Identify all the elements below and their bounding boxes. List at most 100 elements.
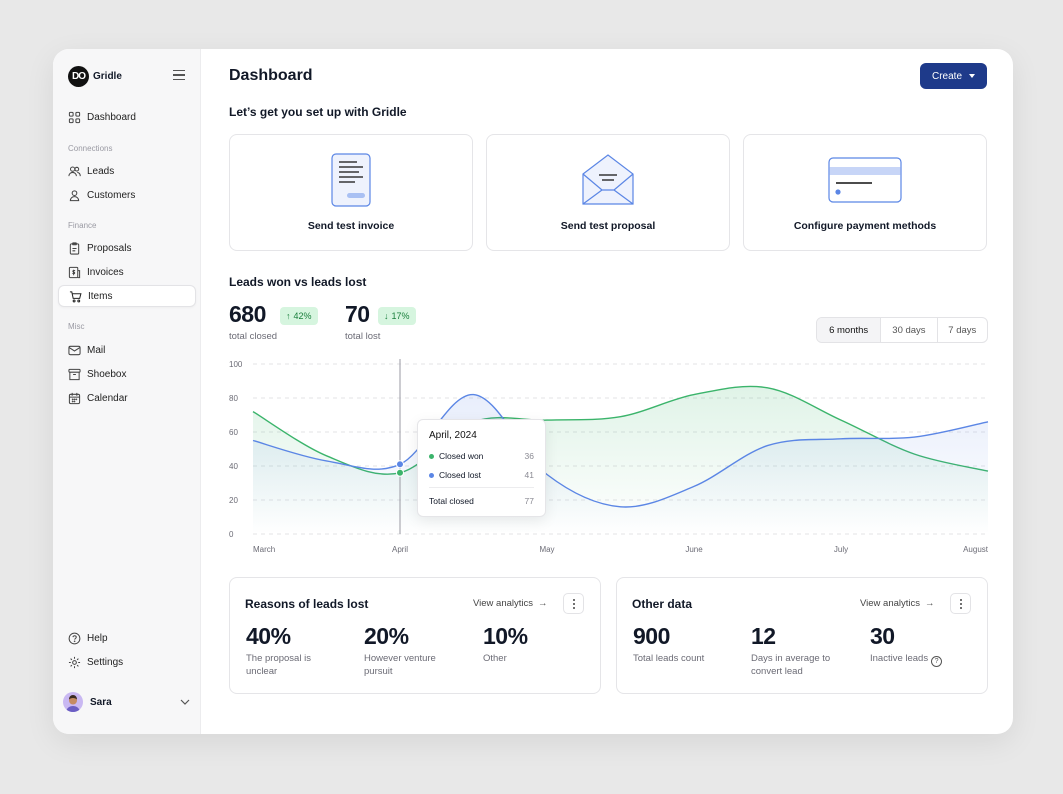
sidebar-item-label: Items — [88, 290, 113, 302]
invoice-icon — [68, 266, 81, 278]
closed-change-value: 42% — [293, 311, 312, 321]
tooltip-row-label: Closed won — [439, 451, 484, 461]
total-lost-value: 70 — [345, 301, 370, 327]
setup-title: Let’s get you set up with Gridle — [229, 105, 407, 119]
x-tick-label: May — [539, 545, 554, 554]
tooltip-row-value: 36 — [524, 451, 534, 461]
y-tick-label: 60 — [229, 428, 238, 437]
stat-block: 900 Total leads count — [633, 623, 723, 665]
user-menu[interactable]: Sara — [63, 690, 191, 714]
stat-value: 10% — [483, 623, 528, 649]
sidebar-item-proposals[interactable]: Proposals — [58, 237, 196, 259]
lost-dot-icon — [429, 472, 434, 478]
sidebar-item-dashboard[interactable]: Dashboard — [58, 106, 196, 128]
stat-value: 40% — [246, 623, 291, 649]
leads-section-title: Leads won vs leads lost — [229, 275, 367, 289]
configure-payment-methods-card[interactable]: Configure payment methods — [743, 134, 987, 251]
tooltip-title: April, 2024 — [429, 430, 477, 441]
more-options-icon[interactable] — [950, 593, 971, 614]
credit-card-illustration-icon — [828, 157, 902, 203]
sidebar-item-calendar[interactable]: Calendar — [58, 387, 196, 409]
closed-change-badge: ↑ 42% — [280, 307, 318, 325]
logo-mark: DO — [68, 66, 89, 87]
x-tick-label: July — [834, 545, 848, 554]
y-tick-label: 80 — [229, 394, 238, 403]
hover-point-closed-lost — [396, 460, 404, 469]
stat-value: 20% — [364, 623, 409, 649]
reasons-panel: Reasons of leads lost View analytics → 4… — [229, 577, 601, 694]
tooltip-row-won: Closed won 36 — [429, 451, 534, 461]
user-icon — [69, 189, 80, 201]
page-title: Dashboard — [229, 67, 313, 84]
mail-icon — [68, 345, 81, 355]
sidebar-item-label: Proposals — [87, 242, 132, 254]
tooltip-row-label: Closed lost — [439, 470, 482, 480]
sidebar-item-mail[interactable]: Mail — [58, 339, 196, 361]
help-question-icon[interactable]: ? — [931, 656, 943, 667]
app-name: Gridle — [93, 71, 122, 82]
sidebar-item-label: Dashboard — [87, 111, 136, 123]
won-dot-icon — [429, 453, 434, 459]
x-tick-label: August — [963, 545, 989, 554]
leads-line-chart: 0 20 40 60 80 100 March April May June July August — [229, 359, 989, 554]
sidebar-item-settings[interactable]: Settings — [58, 651, 196, 673]
sidebar: DO Gridle Dashboard Connections Leads Cu… — [53, 49, 201, 734]
grid-icon — [68, 111, 81, 123]
range-7-days[interactable]: 7 days — [936, 318, 987, 342]
section-label-connections: Connections — [68, 144, 113, 153]
section-label-misc: Misc — [68, 322, 85, 331]
lost-change-value: 17% — [391, 311, 410, 321]
hamburger-menu-icon[interactable] — [173, 70, 185, 80]
range-6-months[interactable]: 6 months — [817, 318, 881, 342]
sidebar-item-shoebox[interactable]: Shoebox — [58, 363, 196, 385]
panel-title: Reasons of leads lost — [245, 597, 369, 611]
sidebar-item-label: Calendar — [87, 392, 128, 404]
view-analytics-link[interactable]: View analytics → — [473, 598, 548, 609]
send-test-invoice-card[interactable]: Send test invoice — [229, 134, 473, 251]
sidebar-item-customers[interactable]: Customers — [58, 184, 196, 206]
tooltip-divider — [429, 487, 534, 488]
card-label: Send test invoice — [307, 220, 395, 232]
sidebar-item-help[interactable]: Help — [58, 627, 196, 649]
user-name: Sara — [90, 696, 112, 708]
sidebar-item-items[interactable]: Items — [58, 285, 196, 307]
box-icon — [68, 368, 81, 380]
x-tick-label: March — [253, 545, 275, 554]
sidebar-item-leads[interactable]: Leads — [58, 160, 196, 182]
y-tick-label: 100 — [229, 360, 243, 369]
sidebar-item-label: Help — [87, 632, 108, 644]
arrow-down-icon: ↓ — [384, 311, 389, 321]
calendar-icon — [68, 392, 81, 404]
app-logo[interactable]: DO Gridle — [68, 66, 122, 87]
users-icon — [68, 166, 81, 176]
range-30-days[interactable]: 30 days — [880, 318, 936, 342]
create-button[interactable]: Create — [920, 63, 987, 89]
sidebar-item-label: Shoebox — [87, 368, 127, 380]
main-content: Dashboard Create Let’s get you set up wi… — [201, 49, 1013, 734]
chevron-down-icon — [180, 699, 190, 705]
card-label: Configure payment methods — [793, 220, 937, 232]
stat-desc: Total leads count — [633, 653, 705, 664]
x-tick-label: June — [685, 545, 703, 554]
tooltip-row-lost: Closed lost 41 — [429, 470, 534, 480]
card-label: Send test proposal — [560, 220, 656, 232]
sidebar-item-label: Customers — [87, 189, 136, 201]
tooltip-total-label: Total closed — [429, 496, 474, 506]
tooltip-total-value: 77 — [524, 496, 534, 506]
send-test-proposal-card[interactable]: Send test proposal — [486, 134, 730, 251]
hover-point-closed-won — [396, 468, 404, 477]
stat-block: 40% The proposal is unclear — [246, 623, 312, 678]
stat-desc: Inactive leads? — [870, 652, 960, 667]
sidebar-item-invoices[interactable]: Invoices — [58, 261, 196, 283]
arrow-right-icon: → — [925, 598, 935, 609]
total-closed-label: total closed — [229, 331, 278, 342]
range-selector: 6 months 30 days 7 days — [816, 317, 988, 343]
stat-desc-text: Inactive leads — [870, 653, 929, 664]
clipboard-icon — [69, 241, 80, 255]
link-label: View analytics — [860, 598, 921, 609]
stat-block: 20% However venture pursuit — [364, 623, 444, 678]
section-label-finance: Finance — [68, 221, 97, 230]
more-options-icon[interactable] — [563, 593, 584, 614]
arrow-right-icon: → — [538, 598, 548, 609]
view-analytics-link[interactable]: View analytics → — [860, 598, 935, 609]
